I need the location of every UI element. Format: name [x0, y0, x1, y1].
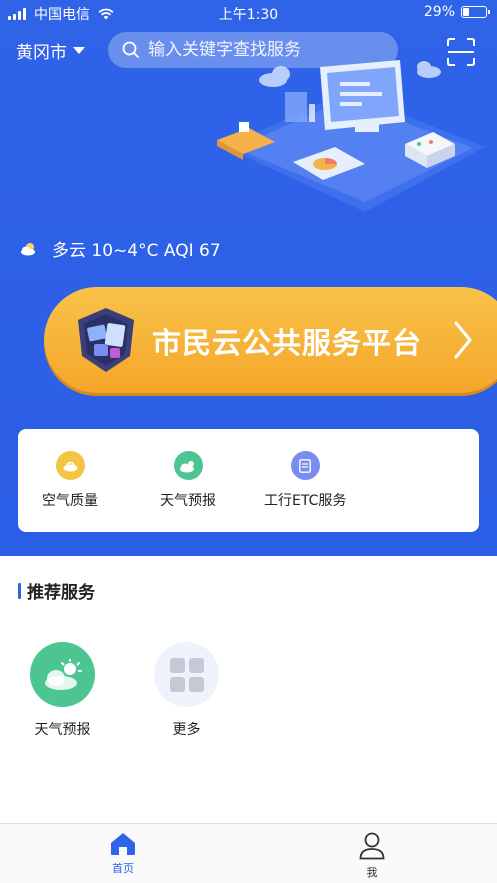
- etc-icon: [290, 451, 320, 480]
- quick-item-label: 天气预报: [160, 493, 216, 509]
- quick-services-card: 空气质量 天气预报 工行ETC服务: [18, 429, 479, 532]
- status-time: 上午1:30: [218, 7, 279, 23]
- tab-profile[interactable]: 我: [359, 832, 385, 880]
- weather-icon: [30, 642, 95, 707]
- hero-header: 中国电信 上午1:30 29% 黄冈市 输入关键字查找服务 多云 10~4°C …: [0, 0, 497, 556]
- weather-text: 多云 10~4°C AQI 67: [52, 241, 221, 261]
- digital-platform-illustration: [217, 60, 485, 212]
- tab-home[interactable]: 首页: [110, 832, 136, 876]
- quick-item-air-quality[interactable]: 空气质量: [42, 451, 98, 510]
- quick-item-weather[interactable]: 天气预报: [160, 451, 216, 510]
- search-icon: [122, 41, 139, 58]
- service-weather[interactable]: 天气预报: [30, 642, 95, 739]
- tab-label: 首页: [112, 862, 134, 875]
- bottom-tab-bar: 首页 我: [0, 823, 497, 883]
- battery-icon: [461, 6, 490, 18]
- platform-badge-icon: [78, 308, 134, 372]
- service-label: 天气预报: [34, 722, 91, 738]
- quick-item-label: 空气质量: [42, 493, 98, 509]
- quick-item-etc[interactable]: 工行ETC服务: [264, 451, 346, 510]
- quick-item-label: 工行ETC服务: [264, 493, 347, 509]
- recommended-section-title: 推荐服务: [18, 578, 95, 603]
- chevron-right-icon: [454, 321, 472, 359]
- battery-percent: 29%: [423, 4, 455, 20]
- status-right: 29%: [423, 4, 490, 20]
- section-accent-bar: [18, 582, 21, 599]
- cloud-icon: [259, 66, 290, 87]
- air-quality-icon: [55, 451, 85, 480]
- weather-summary: 多云 10~4°C AQI 67: [20, 236, 221, 261]
- partly-cloudy-icon: [21, 242, 35, 255]
- status-bar: 中国电信 上午1:30 29%: [0, 0, 497, 26]
- cloud-icon: [417, 61, 441, 78]
- weather-icon: [173, 451, 203, 480]
- city-label: 黄冈市: [16, 43, 67, 63]
- more-grid-icon: [154, 642, 219, 707]
- service-more[interactable]: 更多: [154, 642, 219, 739]
- citizen-cloud-banner[interactable]: 市民云公共服务平台: [44, 287, 497, 393]
- city-selector[interactable]: 黄冈市: [16, 38, 85, 63]
- banner-title: 市民云公共服务平台: [152, 326, 423, 360]
- service-label: 更多: [172, 722, 201, 738]
- profile-icon: [359, 832, 385, 860]
- tab-label: 我: [366, 866, 378, 879]
- chevron-down-icon: [73, 47, 85, 54]
- home-icon: [111, 833, 135, 855]
- section-title-text: 推荐服务: [27, 583, 95, 603]
- battery-fill: [463, 8, 469, 16]
